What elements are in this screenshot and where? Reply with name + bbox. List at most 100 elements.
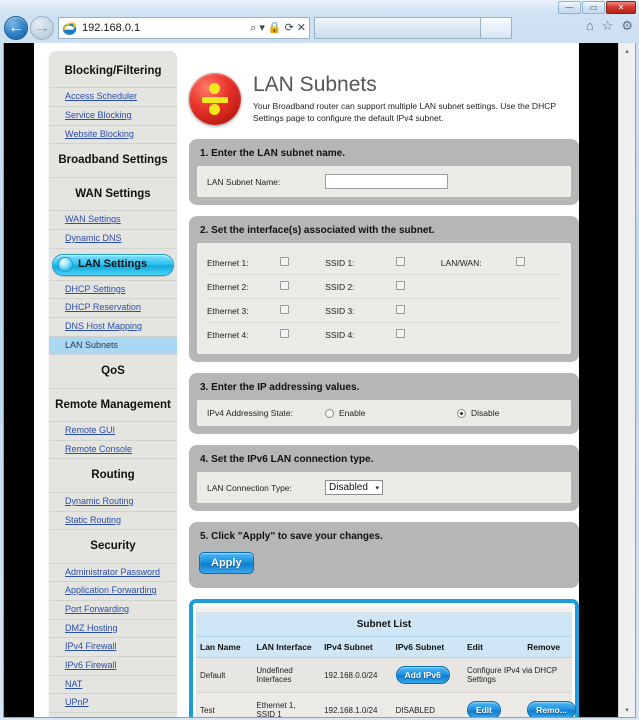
- lan-wan-checkbox-cell: [516, 251, 561, 275]
- sidebar-group-lan-settings: LAN Settings DHCP Settings DHCP Reservat…: [49, 253, 177, 355]
- ssid-1-checkbox[interactable]: [395, 257, 405, 266]
- disable-radio[interactable]: [457, 408, 466, 418]
- page-description: Your Broadband router can support multip…: [253, 101, 556, 124]
- edit-button[interactable]: Edit: [466, 701, 501, 717]
- sidebar-item-sip-alg[interactable]: SIP ALG: [49, 712, 177, 717]
- address-bar[interactable]: 192.168.0.1 ⌕ ▾ 🔒 ⟳ ✕: [58, 17, 310, 39]
- column-header-ipv4-subnet: IPv4 Subnet: [320, 636, 392, 658]
- sidebar-group-broadband-settings[interactable]: Broadband Settings: [49, 144, 177, 176]
- remove-button[interactable]: Remo...: [527, 701, 576, 717]
- ethernet-4-checkbox-cell: [280, 323, 325, 347]
- close-button[interactable]: ✕: [606, 1, 636, 14]
- interface-table: Ethernet 1: SSID 1: LAN/WAN: Ethernet 2:: [207, 251, 561, 346]
- ethernet-3-label: Ethernet 3:: [207, 298, 281, 323]
- sidebar-item-ipv6-firewall[interactable]: IPv6 Firewall: [49, 656, 177, 675]
- favorites-star-icon[interactable]: ☆: [602, 19, 614, 32]
- scroll-up-arrow-icon[interactable]: ▴: [619, 43, 635, 59]
- back-button-icon[interactable]: ←: [4, 16, 28, 40]
- ssid-4-checkbox[interactable]: [395, 329, 405, 338]
- ethernet-2-checkbox-cell: [280, 274, 326, 299]
- sidebar-item-port-forwarding[interactable]: Port Forwarding: [49, 599, 177, 619]
- maximize-button[interactable]: ▭: [582, 1, 605, 14]
- sidebar-item-static-routing[interactable]: Static Routing: [49, 510, 177, 530]
- sidebar-item-dynamic-routing[interactable]: Dynamic Routing: [49, 491, 177, 511]
- cell-edit: Configure IPv4 via DHCP Settings: [462, 657, 572, 693]
- sidebar-item-ipv4-firewall[interactable]: IPv4 Firewall: [49, 637, 177, 656]
- ethernet-1-checkbox[interactable]: [280, 257, 290, 266]
- ethernet-2-checkbox[interactable]: [280, 281, 290, 290]
- tab-strip: [314, 17, 512, 39]
- enable-radio[interactable]: [325, 408, 334, 418]
- sidebar-item-remote-console[interactable]: Remote Console: [49, 439, 177, 459]
- lan-connection-type-select[interactable]: Disabled ▾: [325, 480, 383, 495]
- sidebar-item-lan-settings[interactable]: LAN Settings: [52, 253, 174, 276]
- sidebar-item-wan-settings[interactable]: WAN Settings: [49, 210, 177, 229]
- ssid-1-checkbox-cell: [395, 251, 441, 275]
- sidebar-item-application-forwarding[interactable]: Application Forwarding: [49, 581, 177, 600]
- add-ipv6-button[interactable]: Add IPv6: [395, 666, 450, 684]
- title-bar: — ▭ ✕: [0, 0, 639, 14]
- sidebar-item-service-blocking[interactable]: Service Blocking: [49, 106, 177, 125]
- empty-cell: [516, 274, 561, 299]
- chevron-down-icon[interactable]: ▾: [259, 22, 265, 34]
- sidebar-group-title: Routing: [91, 469, 135, 482]
- disable-radio-option[interactable]: Disable: [457, 408, 499, 418]
- chevron-down-icon: ▾: [375, 484, 379, 492]
- sidebar-group-qos[interactable]: QoS: [49, 355, 177, 387]
- sidebar-item-dhcp-reservation[interactable]: DHCP Reservation: [49, 298, 177, 317]
- sidebar-item-label: LAN Settings: [78, 258, 148, 271]
- sidebar-item-administrator-password[interactable]: Administrator Password: [49, 562, 177, 582]
- ssid-3-checkbox[interactable]: [395, 305, 405, 314]
- divide-dot-top: [209, 83, 220, 94]
- section-ipv6-lan-connection: 4. Set the IPv6 LAN connection type. LAN…: [189, 445, 579, 511]
- column-header-remove: Remove: [523, 636, 572, 658]
- sidebar-group-security: Security Administrator Password Applicat…: [49, 530, 177, 717]
- ethernet-4-checkbox[interactable]: [280, 329, 290, 338]
- minimize-button[interactable]: —: [558, 1, 581, 14]
- sidebar-nav-panel: Blocking/Filtering Access Scheduler Serv…: [49, 51, 177, 717]
- browser-tab-active[interactable]: [314, 17, 480, 39]
- vertical-scrollbar[interactable]: ▴ ▾: [618, 43, 635, 717]
- enable-radio-option[interactable]: Enable: [325, 408, 457, 418]
- sidebar-group-wan-settings: WAN Settings WAN Settings Dynamic DNS: [49, 178, 177, 248]
- sidebar-item-dynamic-dns[interactable]: Dynamic DNS: [49, 228, 177, 248]
- lan-wan-checkbox[interactable]: [516, 257, 526, 266]
- scroll-down-arrow-icon[interactable]: ▾: [619, 702, 635, 717]
- refresh-icon[interactable]: ⟳: [285, 22, 294, 34]
- ssid-2-checkbox[interactable]: [395, 281, 405, 290]
- sidebar-item-dmz-hosting[interactable]: DMZ Hosting: [49, 618, 177, 638]
- ssid-2-label: SSID 2:: [325, 274, 396, 299]
- table-header-row: Lan Name LAN Interface IPv4 Subnet IPv6 …: [196, 636, 572, 658]
- sidebar-item-remote-gui[interactable]: Remote GUI: [49, 421, 177, 440]
- sidebar-item-lan-subnets[interactable]: LAN Subnets: [49, 335, 177, 355]
- sidebar-item-access-scheduler[interactable]: Access Scheduler: [49, 87, 177, 106]
- ethernet-3-checkbox[interactable]: [280, 305, 290, 314]
- sidebar-item-dns-host-mapping[interactable]: DNS Host Mapping: [49, 316, 177, 336]
- divide-symbol-logo-icon: [189, 73, 241, 125]
- sidebar-item-dhcp-settings[interactable]: DHCP Settings: [49, 279, 177, 299]
- lan-connection-type-value: Disabled: [329, 482, 368, 493]
- tools-gear-icon[interactable]: ⚙: [621, 19, 633, 32]
- lock-icon: 🔒: [267, 21, 282, 34]
- table-row: Ethernet 2: SSID 2:: [207, 274, 561, 299]
- panel-top-strip: [196, 606, 572, 613]
- home-icon[interactable]: ⌂: [586, 19, 594, 32]
- enable-label: Enable: [339, 408, 366, 418]
- sidebar-item-website-blocking[interactable]: Website Blocking: [49, 124, 177, 144]
- sidebar-group-routing: Routing Dynamic Routing Static Routing: [49, 459, 177, 529]
- lan-wan-label: LAN/WAN:: [440, 251, 517, 275]
- stop-icon[interactable]: ✕: [297, 22, 306, 34]
- table-row: Default Undefined Interfaces 192.168.0.0…: [196, 657, 572, 693]
- divide-dot-bottom: [209, 104, 220, 115]
- sidebar-item-upnp[interactable]: UPnP: [49, 693, 177, 712]
- apply-button[interactable]: Apply: [199, 552, 254, 574]
- sidebar-item-nat[interactable]: NAT: [49, 674, 177, 694]
- forward-button-icon[interactable]: →: [30, 16, 54, 40]
- ssid-3-checkbox-cell: [395, 298, 441, 323]
- lan-subnet-name-input[interactable]: [325, 174, 448, 189]
- browser-viewport: Blocking/Filtering Access Scheduler Serv…: [3, 43, 636, 718]
- cell-lan-interface: Undefined Interfaces: [252, 657, 321, 693]
- cell-lan-interface: Ethernet 1, SSID 1: [252, 692, 321, 717]
- new-tab-button[interactable]: [480, 17, 512, 39]
- search-icon[interactable]: ⌕: [250, 22, 256, 34]
